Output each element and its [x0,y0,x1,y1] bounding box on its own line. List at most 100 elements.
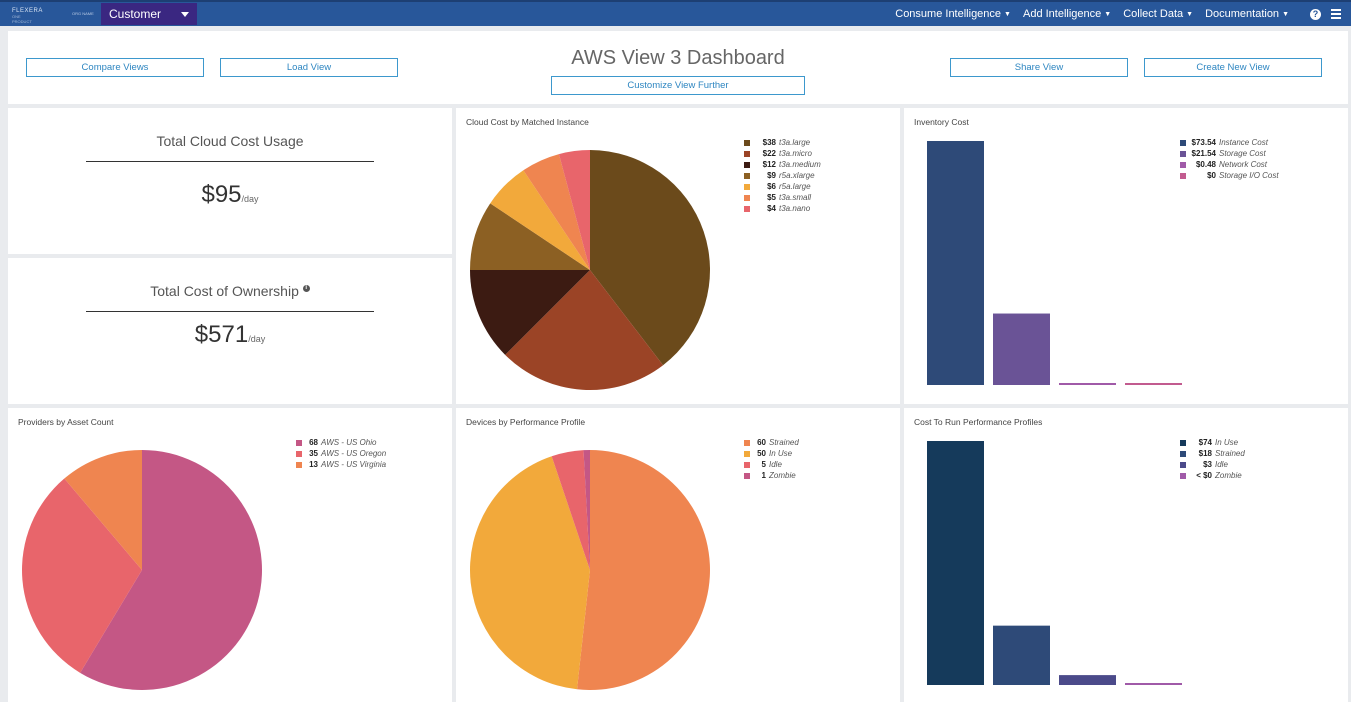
legend-item[interactable]: $9 r5a.xlarge [744,170,821,181]
share-view-button[interactable]: Share View [950,58,1128,77]
kpi-unit: /day [241,194,259,204]
legend-item[interactable]: $4 t3a.nano [744,203,821,214]
legend-item[interactable]: $0 Storage I/O Cost [1180,170,1279,181]
legend-swatch [1180,150,1186,157]
legend-value: 60 [757,438,766,447]
legend-item[interactable]: $73.54 Instance Cost [1180,137,1279,148]
legend-swatch [1180,139,1186,146]
workspace-dropdown[interactable]: Customer Sandbox [101,3,197,43]
legend-item[interactable]: < $0 Zombie [1180,470,1245,481]
legend-item[interactable]: $38 t3a.large [744,137,821,148]
pie-slice-strained[interactable] [577,450,710,690]
legend-value: 13 [309,460,318,469]
inventory-cost-panel: Inventory Cost $73.54 Instance Cost $21.54… [904,108,1348,404]
chart-legend: $74 In Use $18 Strained $3 Idle < $0 Zombie [1180,437,1245,481]
legend-item[interactable]: 50 In Use [744,448,799,459]
legend-swatch [744,183,750,190]
legend-swatch [744,150,750,157]
legend-item[interactable]: $3 Idle [1180,459,1245,470]
legend-item[interactable]: 60 Strained [744,437,799,448]
legend-item[interactable]: 35 AWS - US Oregon [296,448,386,459]
legend-value: $38 [762,138,776,147]
kpi-title: Total Cost of Ownership i [8,283,452,299]
legend-swatch [1180,439,1186,446]
legend-item[interactable]: $22 t3a.micro [744,148,821,159]
legend-label: t3a.nano [779,204,811,213]
legend-item[interactable]: $21.54 Storage Cost [1180,148,1279,159]
legend-swatch [744,161,750,168]
legend-item[interactable]: 1 Zombie [744,470,799,481]
org-logo-text: ORG NAME [72,11,94,16]
legend-label: Idle [769,460,782,469]
bar-zombie[interactable] [1125,683,1182,685]
legend-swatch [744,205,750,212]
bar-chart [927,141,1182,385]
menu-collect-data[interactable]: Collect Data ▼ [1117,2,1199,26]
legend-value: $0 [1207,171,1216,180]
bar-network-cost[interactable] [1059,383,1116,385]
legend-label: Zombie [769,471,796,480]
caret-down-icon [181,12,189,17]
kpi-title-text: Total Cost of Ownership [150,283,299,299]
legend-item[interactable]: 13 AWS - US Virginia [296,459,386,470]
legend-label: t3a.micro [779,149,812,158]
divider [86,311,374,312]
legend-label: Instance Cost [1219,138,1268,147]
compare-views-button[interactable]: Compare Views [26,58,204,77]
menu-add-intelligence[interactable]: Add Intelligence ▼ [1017,2,1117,26]
legend-value: $5 [767,193,776,202]
legend-swatch [1180,450,1186,457]
legend-label: Strained [769,438,799,447]
customize-view-button[interactable]: Customize View Further [551,76,805,95]
menu-consume-intelligence[interactable]: Consume Intelligence ▼ [889,2,1017,26]
legend-label: Strained [1215,449,1245,458]
legend-item[interactable]: $5 t3a.small [744,192,821,203]
bar-in-use[interactable] [927,441,984,685]
legend-value: $73.54 [1191,138,1216,147]
load-view-button[interactable]: Load View [220,58,398,77]
legend-item[interactable]: 68 AWS - US Ohio [296,437,386,448]
kpi-amount: $95 [201,181,242,208]
divider [86,161,374,162]
legend-item[interactable]: $18 Strained [1180,448,1245,459]
cloud-cost-by-instance-panel: Cloud Cost by Matched Instance $38 t3a.la… [456,108,900,404]
legend-item[interactable]: 5 Idle [744,459,799,470]
legend-swatch [744,461,750,468]
pie-chart [469,450,710,690]
legend-value: < $0 [1196,471,1212,480]
info-icon[interactable]: i [302,285,310,292]
legend-swatch [1180,172,1186,179]
org-logo: ORG NAME [72,12,98,18]
kpi-value: $95/day [8,181,452,209]
legend-item[interactable]: $74 In Use [1180,437,1245,448]
legend-value: $3 [1203,460,1212,469]
legend-label: AWS - US Virginia [321,460,387,469]
page-title: AWS View 3 Dashboard [571,47,785,69]
flexera-logo[interactable]: FLEXERA ONE PRODUCT [12,8,42,24]
menu-label: Add Intelligence [1022,8,1102,20]
help-icon[interactable]: ? [1310,9,1321,20]
pie-chart [470,150,710,391]
menu-documentation[interactable]: Documentation ▼ [1199,2,1295,26]
legend-value: $74 [1198,438,1212,447]
bar-storage-cost[interactable] [993,313,1050,385]
legend-item[interactable]: $0.48 Network Cost [1180,159,1279,170]
create-new-view-button[interactable]: Create New View [1144,58,1322,77]
legend-item[interactable]: $6 r5a.large [744,181,821,192]
menu-label: Documentation [1205,8,1280,20]
legend-value: $18 [1198,449,1212,458]
kpi-tco-panel: Total Cost of Ownership i $571/day [8,258,452,404]
bar-storage-i-o-cost[interactable] [1125,383,1182,385]
bar-idle[interactable] [1059,675,1116,685]
legend-swatch [744,139,750,146]
legend-swatch [1180,472,1186,479]
bar-strained[interactable] [993,625,1050,685]
legend-item[interactable]: $12 t3a.medium [744,159,821,170]
main-menu: Consume Intelligence ▼ Add Intelligence ▼ … [889,2,1295,26]
bar-instance-cost[interactable] [927,141,984,385]
caret-down-icon: ▼ [1004,11,1011,18]
menu-label: Consume Intelligence [895,8,1002,20]
legend-label: Idle [1215,460,1228,469]
legend-swatch [744,172,750,179]
hamburger-menu-icon[interactable] [1331,9,1341,19]
